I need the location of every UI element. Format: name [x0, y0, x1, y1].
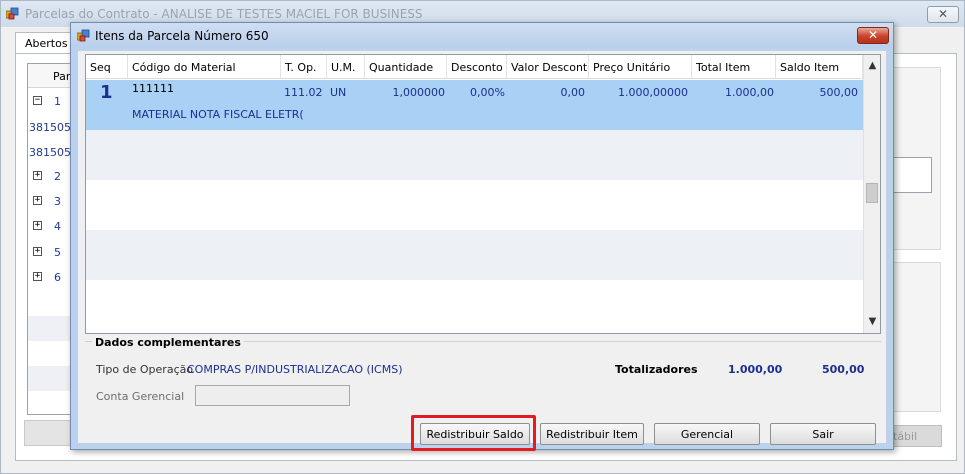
expand-icon[interactable]: +: [33, 221, 42, 230]
app-icon: [6, 7, 19, 20]
column-header-codigo[interactable]: Código do Material: [128, 55, 281, 79]
parent-row-label[interactable]: 6: [54, 271, 61, 284]
column-header-preco-unitario[interactable]: Preço Unitário: [589, 55, 692, 79]
table-row[interactable]: 1 111111 111.02 UN 1,000000 0,00% 0,00 1…: [86, 80, 863, 130]
sair-button[interactable]: Sair: [770, 423, 876, 445]
column-header-desconto[interactable]: Desconto: [447, 55, 507, 79]
row-descricao: MATERIAL NOTA FISCAL ELETR(: [132, 108, 304, 121]
dialog-title: Itens da Parcela Número 650: [95, 29, 269, 43]
highlight-annotation: [411, 415, 536, 451]
parent-row-label[interactable]: 5: [54, 246, 61, 259]
parent-bottom-strip: [24, 420, 74, 446]
grid-header: Seq Código do Material T. Op. U.M. Quant…: [86, 55, 863, 79]
chevron-up-icon[interactable]: ▲: [864, 57, 880, 74]
items-grid[interactable]: Seq Código do Material T. Op. U.M. Quant…: [85, 54, 881, 334]
tipo-operacao-value: COMPRAS P/INDUSTRIALIZACAO (ICMS): [187, 363, 403, 376]
row-seq: 1: [100, 82, 113, 103]
parent-grid-header: Par: [28, 64, 72, 88]
parent-close-button[interactable]: ✕: [927, 6, 959, 23]
row-valor-desconto: 0,00: [560, 86, 586, 99]
row-quantidade: 1,000000: [392, 86, 446, 99]
parent-window-title: Parcelas do Contrato - ANALISE DE TESTES…: [25, 7, 423, 21]
chevron-down-icon[interactable]: ▼: [864, 313, 880, 330]
column-header-quantidade[interactable]: Quantidade: [365, 55, 447, 79]
column-header-total-item[interactable]: Total Item: [692, 55, 776, 79]
row-preco-unitario: 1.000,00000: [618, 86, 688, 99]
parent-row-label[interactable]: 1: [54, 95, 61, 108]
row-unidade: UN: [330, 86, 347, 99]
row-codigo[interactable]: 111111: [132, 82, 174, 95]
items-dialog: Itens da Parcela Número 650 ✕ Seq Código…: [70, 22, 894, 450]
expand-icon[interactable]: +: [33, 247, 42, 256]
saldo-value: 500,00: [822, 363, 865, 376]
parent-grid-header-label: Par: [53, 70, 71, 83]
column-header-valor-desconto[interactable]: Valor Desconto: [507, 55, 589, 79]
column-header-saldo-item[interactable]: Saldo Item: [776, 55, 863, 79]
expand-icon[interactable]: +: [33, 171, 42, 180]
gerencial-button[interactable]: Gerencial: [654, 423, 760, 445]
group-title: Dados complementares: [92, 336, 244, 349]
app-icon: [77, 29, 90, 42]
tipo-operacao-label: Tipo de Operação: [96, 363, 194, 376]
row-tipo-op: 111.02: [284, 86, 323, 99]
empty-row: [86, 230, 863, 280]
empty-row: [86, 180, 863, 230]
parent-row-label[interactable]: 3: [54, 195, 61, 208]
scrollbar-thumb[interactable]: [866, 183, 878, 203]
tab-abertos[interactable]: Abertos: [15, 32, 73, 54]
parent-grid-band: [28, 366, 72, 391]
parent-grid[interactable]: [27, 63, 73, 415]
row-saldo-item: 500,00: [819, 86, 859, 99]
complementary-data-group: Dados complementares Tipo de Operação CO…: [85, 336, 881, 421]
row-total-item: 1.000,00: [725, 86, 774, 99]
total-value: 1.000,00: [728, 363, 783, 376]
conta-gerencial-field[interactable]: [195, 385, 350, 406]
expand-icon[interactable]: +: [33, 272, 42, 281]
dialog-titlebar[interactable]: Itens da Parcela Número 650 ✕: [71, 23, 893, 48]
column-header-top[interactable]: T. Op.: [281, 55, 327, 79]
redistribuir-item-button[interactable]: Redistribuir Item: [540, 423, 644, 445]
empty-row: [86, 280, 863, 330]
parent-grid-band: [28, 316, 72, 341]
empty-row: [86, 130, 863, 180]
collapse-icon[interactable]: −: [33, 96, 42, 105]
expand-icon[interactable]: +: [33, 196, 42, 205]
dialog-close-button[interactable]: ✕: [857, 27, 889, 44]
parent-row-label[interactable]: 2: [54, 170, 61, 183]
parent-right-panel-lower: [893, 262, 941, 412]
parent-row-label[interactable]: 4: [54, 220, 61, 233]
row-desconto: 0,00%: [470, 86, 505, 99]
conta-gerencial-label: Conta Gerencial: [96, 390, 185, 403]
totalizadores-label: Totalizadores: [615, 363, 698, 376]
vertical-scrollbar[interactable]: ▲ ▼: [863, 55, 880, 333]
parent-right-field[interactable]: [893, 157, 932, 193]
column-header-seq[interactable]: Seq: [86, 55, 128, 79]
column-header-um[interactable]: U.M.: [327, 55, 365, 79]
